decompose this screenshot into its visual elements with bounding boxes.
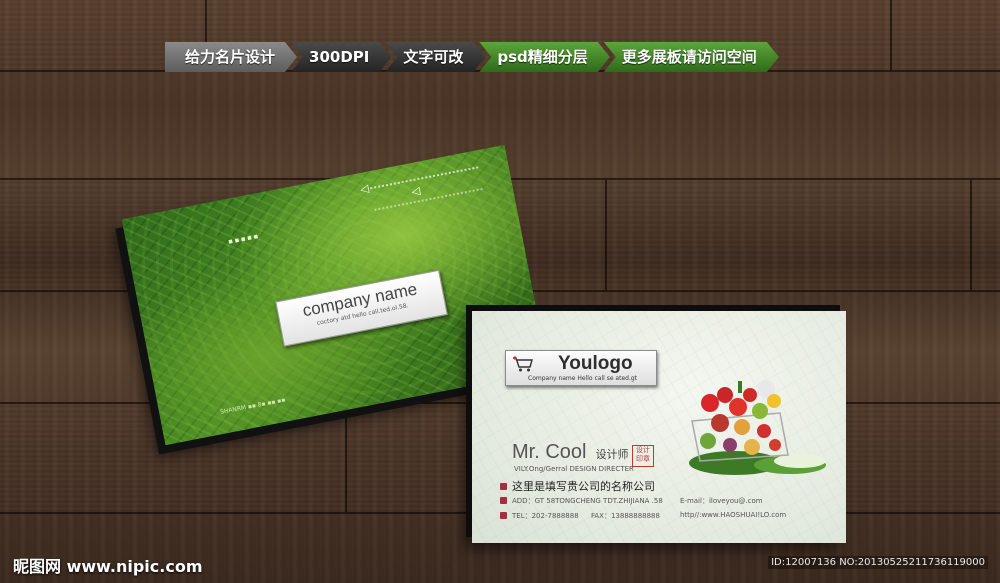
watermark-id: ID:12007136 NO:20130525211736119000 (768, 556, 988, 569)
vegetable-basket-illustration (689, 380, 826, 475)
email-text: E-mail：iloveyou@.com (680, 497, 763, 505)
address-line: ADD：GT 58TONGCHENG TDT.ZHIJIANA .58 (500, 496, 663, 506)
company-name-cn: 这里是填写贵公司的名称公司 (500, 478, 655, 494)
dotted-line-decoration (370, 166, 483, 211)
red-seal-stamp: 设计印章 (632, 445, 654, 467)
plank-seam (890, 0, 892, 70)
website-text: http//:www.HAOSHUAI!LO.com (680, 511, 787, 519)
bullet-check-icon (500, 482, 507, 490)
bullet-check-icon (500, 496, 507, 504)
watermark-logo: 昵图网 www.nipic.com (13, 557, 203, 576)
card-back-footer: SHANRM ▪▪ 8▪ ▪▪ ▪▪ (219, 396, 286, 416)
address-text: ADD：GT 58TONGCHENG TDT.ZHIJIANA .58 (512, 497, 663, 505)
person-block: Mr. Cool 设计师 VILY.Ong/Gerral DESIGN DIRE… (512, 441, 634, 473)
logo-subtitle: Company name Hello call se ated.gt (528, 375, 638, 382)
person-name: Mr. Cool (512, 441, 587, 463)
company-name-cn-text: 这里是填写贵公司的名称公司 (512, 480, 655, 493)
fax-text: FAX：13888888888 (591, 512, 660, 520)
tel-text: TEL：202-7888888 (512, 512, 579, 520)
banner-item: 给力名片设计 (165, 42, 297, 72)
bullet-check-icon (500, 511, 507, 519)
banner-item: psd精细分层 (479, 42, 609, 72)
shopping-cart-icon (513, 356, 533, 372)
feature-banner: 给力名片设计 300DPI 文字可改 psd精细分层 更多展板请访问空间 (165, 42, 773, 72)
plank-seam (605, 180, 607, 290)
person-title: VILY.Ong/Gerral DESIGN DIRECTER (514, 465, 634, 473)
company-name-plate: company name coctory atd hello call.ted.… (275, 269, 448, 347)
banner-item: 文字可改 (385, 42, 485, 72)
plank-seam (970, 180, 972, 290)
tel-line: TEL：202-7888888 (500, 511, 579, 521)
business-card-front: Youlogo Company name Hello call se ated.… (472, 311, 846, 543)
logo-text: Youlogo (558, 353, 633, 374)
pixel-decoration: ▪▪▪▪▪ (227, 231, 261, 248)
logo-plate: Youlogo Company name Hello call se ated.… (505, 350, 657, 386)
plank-seam (345, 404, 347, 512)
banner-item: 300DPI (291, 42, 391, 72)
banner-item: 更多展板请访问空间 (604, 42, 779, 72)
arrow-left-icon: ◁ (359, 181, 370, 197)
person-role: 设计师 (595, 448, 629, 461)
